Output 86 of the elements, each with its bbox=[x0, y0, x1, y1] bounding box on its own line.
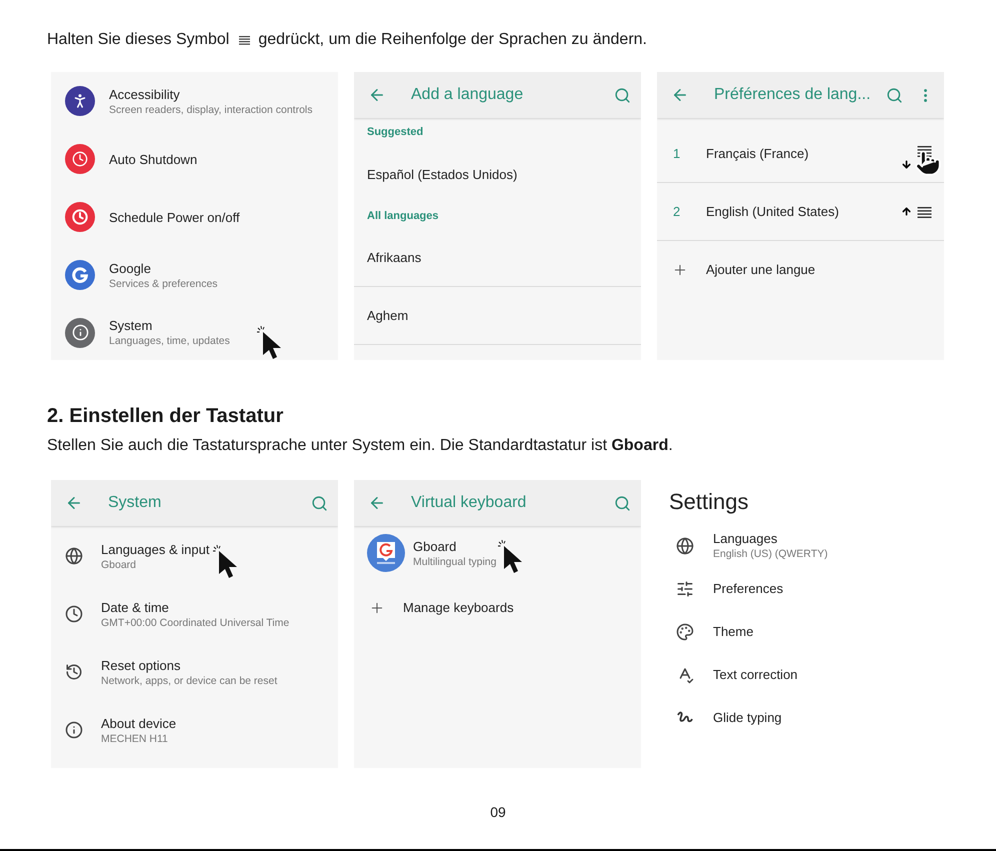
info-icon bbox=[65, 721, 83, 739]
list-item[interactable]: About device MECHEN H11 bbox=[51, 701, 338, 759]
item-title: Preferences bbox=[713, 580, 784, 597]
clock-icon bbox=[72, 209, 88, 225]
item-title: Glide typing bbox=[713, 709, 782, 726]
item-title: English (United States) bbox=[706, 202, 840, 221]
item-subtitle: GMT+00:00 Coordinated Universal Time bbox=[101, 616, 290, 630]
item-subtitle: Screen readers, display, interaction controls bbox=[109, 102, 312, 116]
list-item[interactable]: Google Services & preferences bbox=[51, 246, 338, 304]
item-subtitle: Multilingual typing bbox=[413, 554, 496, 568]
item-title: Gboard bbox=[413, 538, 458, 554]
list-item[interactable]: Afrikaans bbox=[354, 229, 641, 287]
list-item[interactable]: Glide typing bbox=[657, 696, 944, 739]
item-subtitle: English (US) (QWERTY) bbox=[713, 547, 828, 561]
item-title: Aghem bbox=[367, 307, 408, 324]
item-title: Languages & input bbox=[101, 540, 210, 558]
item-subtitle: MECHEN H11 bbox=[101, 732, 169, 746]
list-item[interactable]: Accessibility Screen readers, display, interaction controls bbox=[51, 72, 338, 130]
search-icon[interactable] bbox=[614, 86, 631, 104]
item-title: Google bbox=[109, 260, 152, 276]
screen-title: Préférences de lang... bbox=[714, 85, 872, 105]
list-item[interactable]: Preferences bbox=[657, 567, 944, 610]
plus-icon bbox=[369, 600, 385, 616]
search-icon[interactable] bbox=[886, 86, 903, 104]
sliders-icon bbox=[676, 580, 694, 598]
add-row[interactable]: Manage keyboards bbox=[354, 579, 641, 637]
instruction-text: gedrückt, um die Reihenfolge der Sprachen zu ändern. bbox=[258, 30, 647, 50]
item-title: Français (France) bbox=[706, 144, 810, 163]
globe-icon bbox=[65, 547, 83, 565]
row-number: 2 bbox=[673, 202, 682, 221]
list-item[interactable]: System Languages, time, updates bbox=[51, 304, 338, 360]
item-title: Auto Shutdown bbox=[109, 150, 198, 168]
drag-handle-icon bbox=[239, 35, 250, 45]
list-item[interactable]: Español (Estados Unidos) bbox=[354, 145, 641, 203]
paragraph: Stellen Sie auch die Tastatursprache unter System ein. Die Standardtastatur ist Gboard. bbox=[47, 436, 674, 456]
settings-title: Settings bbox=[669, 488, 748, 516]
list-item[interactable]: Text correction bbox=[657, 653, 944, 696]
clock-icon bbox=[72, 151, 88, 167]
list-item[interactable]: Theme bbox=[657, 610, 944, 653]
item-subtitle: Languages, time, updates bbox=[109, 334, 230, 348]
item-title: About device bbox=[101, 714, 176, 732]
add-row[interactable]: Ajouter une langue bbox=[657, 241, 944, 299]
list-item[interactable]: Languages & input Gboard bbox=[51, 527, 338, 585]
language-row[interactable]: 2 English (United States) bbox=[657, 183, 944, 241]
info-icon bbox=[72, 324, 88, 341]
keyboard-app-icon bbox=[367, 534, 405, 572]
item-title: Languages bbox=[713, 530, 778, 547]
list-item[interactable]: Languages English (US) (QWERTY) bbox=[657, 524, 944, 567]
globe-icon bbox=[676, 536, 694, 554]
item-title: Ajouter une langue bbox=[706, 261, 816, 280]
screen-title: System bbox=[108, 493, 162, 513]
list-item[interactable]: Gboard Multilingual typing bbox=[354, 527, 641, 579]
clock-icon bbox=[65, 605, 83, 623]
item-title: Schedule Power on/off bbox=[109, 208, 240, 226]
section-label: Suggested bbox=[367, 124, 424, 140]
item-title: Reset options bbox=[101, 656, 182, 674]
instruction-text: Halten Sie dieses Symbol bbox=[47, 30, 230, 50]
search-icon[interactable] bbox=[311, 494, 328, 512]
list-item[interactable]: Date & time GMT+00:00 Coordinated Universal Time bbox=[51, 585, 338, 643]
item-title: Afrikaans bbox=[367, 249, 422, 266]
list-item[interactable]: Auto Shutdown bbox=[51, 130, 338, 188]
item-title: Español (Estados Unidos) bbox=[367, 166, 518, 182]
item-title: Manage keyboards bbox=[403, 599, 514, 618]
history-icon bbox=[65, 663, 83, 681]
item-subtitle: Network, apps, or device can be reset bbox=[101, 674, 278, 688]
search-icon[interactable] bbox=[614, 494, 631, 512]
item-title: Accessibility bbox=[109, 86, 181, 102]
palette-icon bbox=[676, 622, 694, 640]
drag-handle-icon bbox=[917, 206, 932, 218]
page-number: 09 bbox=[490, 803, 506, 822]
screen-title: Add a language bbox=[411, 85, 524, 105]
item-subtitle: Services & preferences bbox=[109, 276, 218, 290]
list-item[interactable]: Schedule Power on/off bbox=[51, 188, 338, 246]
plus-icon bbox=[672, 262, 688, 278]
language-row[interactable]: 1 Français (France) bbox=[657, 125, 944, 183]
item-subtitle: Gboard bbox=[101, 558, 138, 572]
list-item[interactable]: Aghem bbox=[354, 287, 641, 345]
row-number: 1 bbox=[673, 144, 682, 163]
section-label: All languages bbox=[367, 208, 439, 224]
list-item[interactable]: Reset options Network, apps, or device can be reset bbox=[51, 643, 338, 701]
item-title: Text correction bbox=[713, 666, 798, 683]
item-title: Date & time bbox=[101, 598, 170, 616]
item-title: System bbox=[109, 317, 154, 334]
item-title: Theme bbox=[713, 623, 754, 640]
section-heading: 2. Einstellen der Tastatur bbox=[47, 404, 284, 428]
screen-title: Virtual keyboard bbox=[411, 493, 528, 513]
